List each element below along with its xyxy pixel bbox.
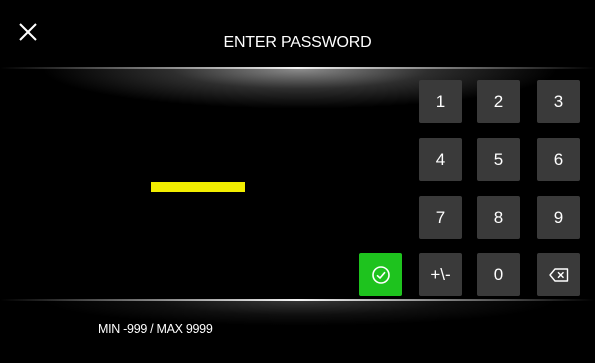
check-circle-icon [371,265,390,284]
key-7[interactable]: 7 [419,196,462,239]
password-entry-indicator [151,182,245,192]
backspace-icon [548,267,568,282]
key-4[interactable]: 4 [419,138,462,181]
key-9[interactable]: 9 [537,196,580,239]
backspace-button[interactable] [537,253,580,296]
header-bar: ENTER PASSWORD [0,0,595,68]
key-8[interactable]: 8 [477,196,520,239]
sign-toggle-button[interactable]: +\- [419,253,462,296]
key-5[interactable]: 5 [477,138,520,181]
password-dialog: ENTER PASSWORD 1 2 3 4 5 6 7 8 9 +\- 0 M… [0,0,595,363]
key-0[interactable]: 0 [477,253,520,296]
key-3[interactable]: 3 [537,80,580,123]
key-6[interactable]: 6 [537,138,580,181]
ok-button[interactable] [359,253,402,296]
key-2[interactable]: 2 [477,80,520,123]
page-title: ENTER PASSWORD [223,34,372,51]
key-1[interactable]: 1 [419,80,462,123]
range-hint: MIN -999 / MAX 9999 [98,322,213,336]
